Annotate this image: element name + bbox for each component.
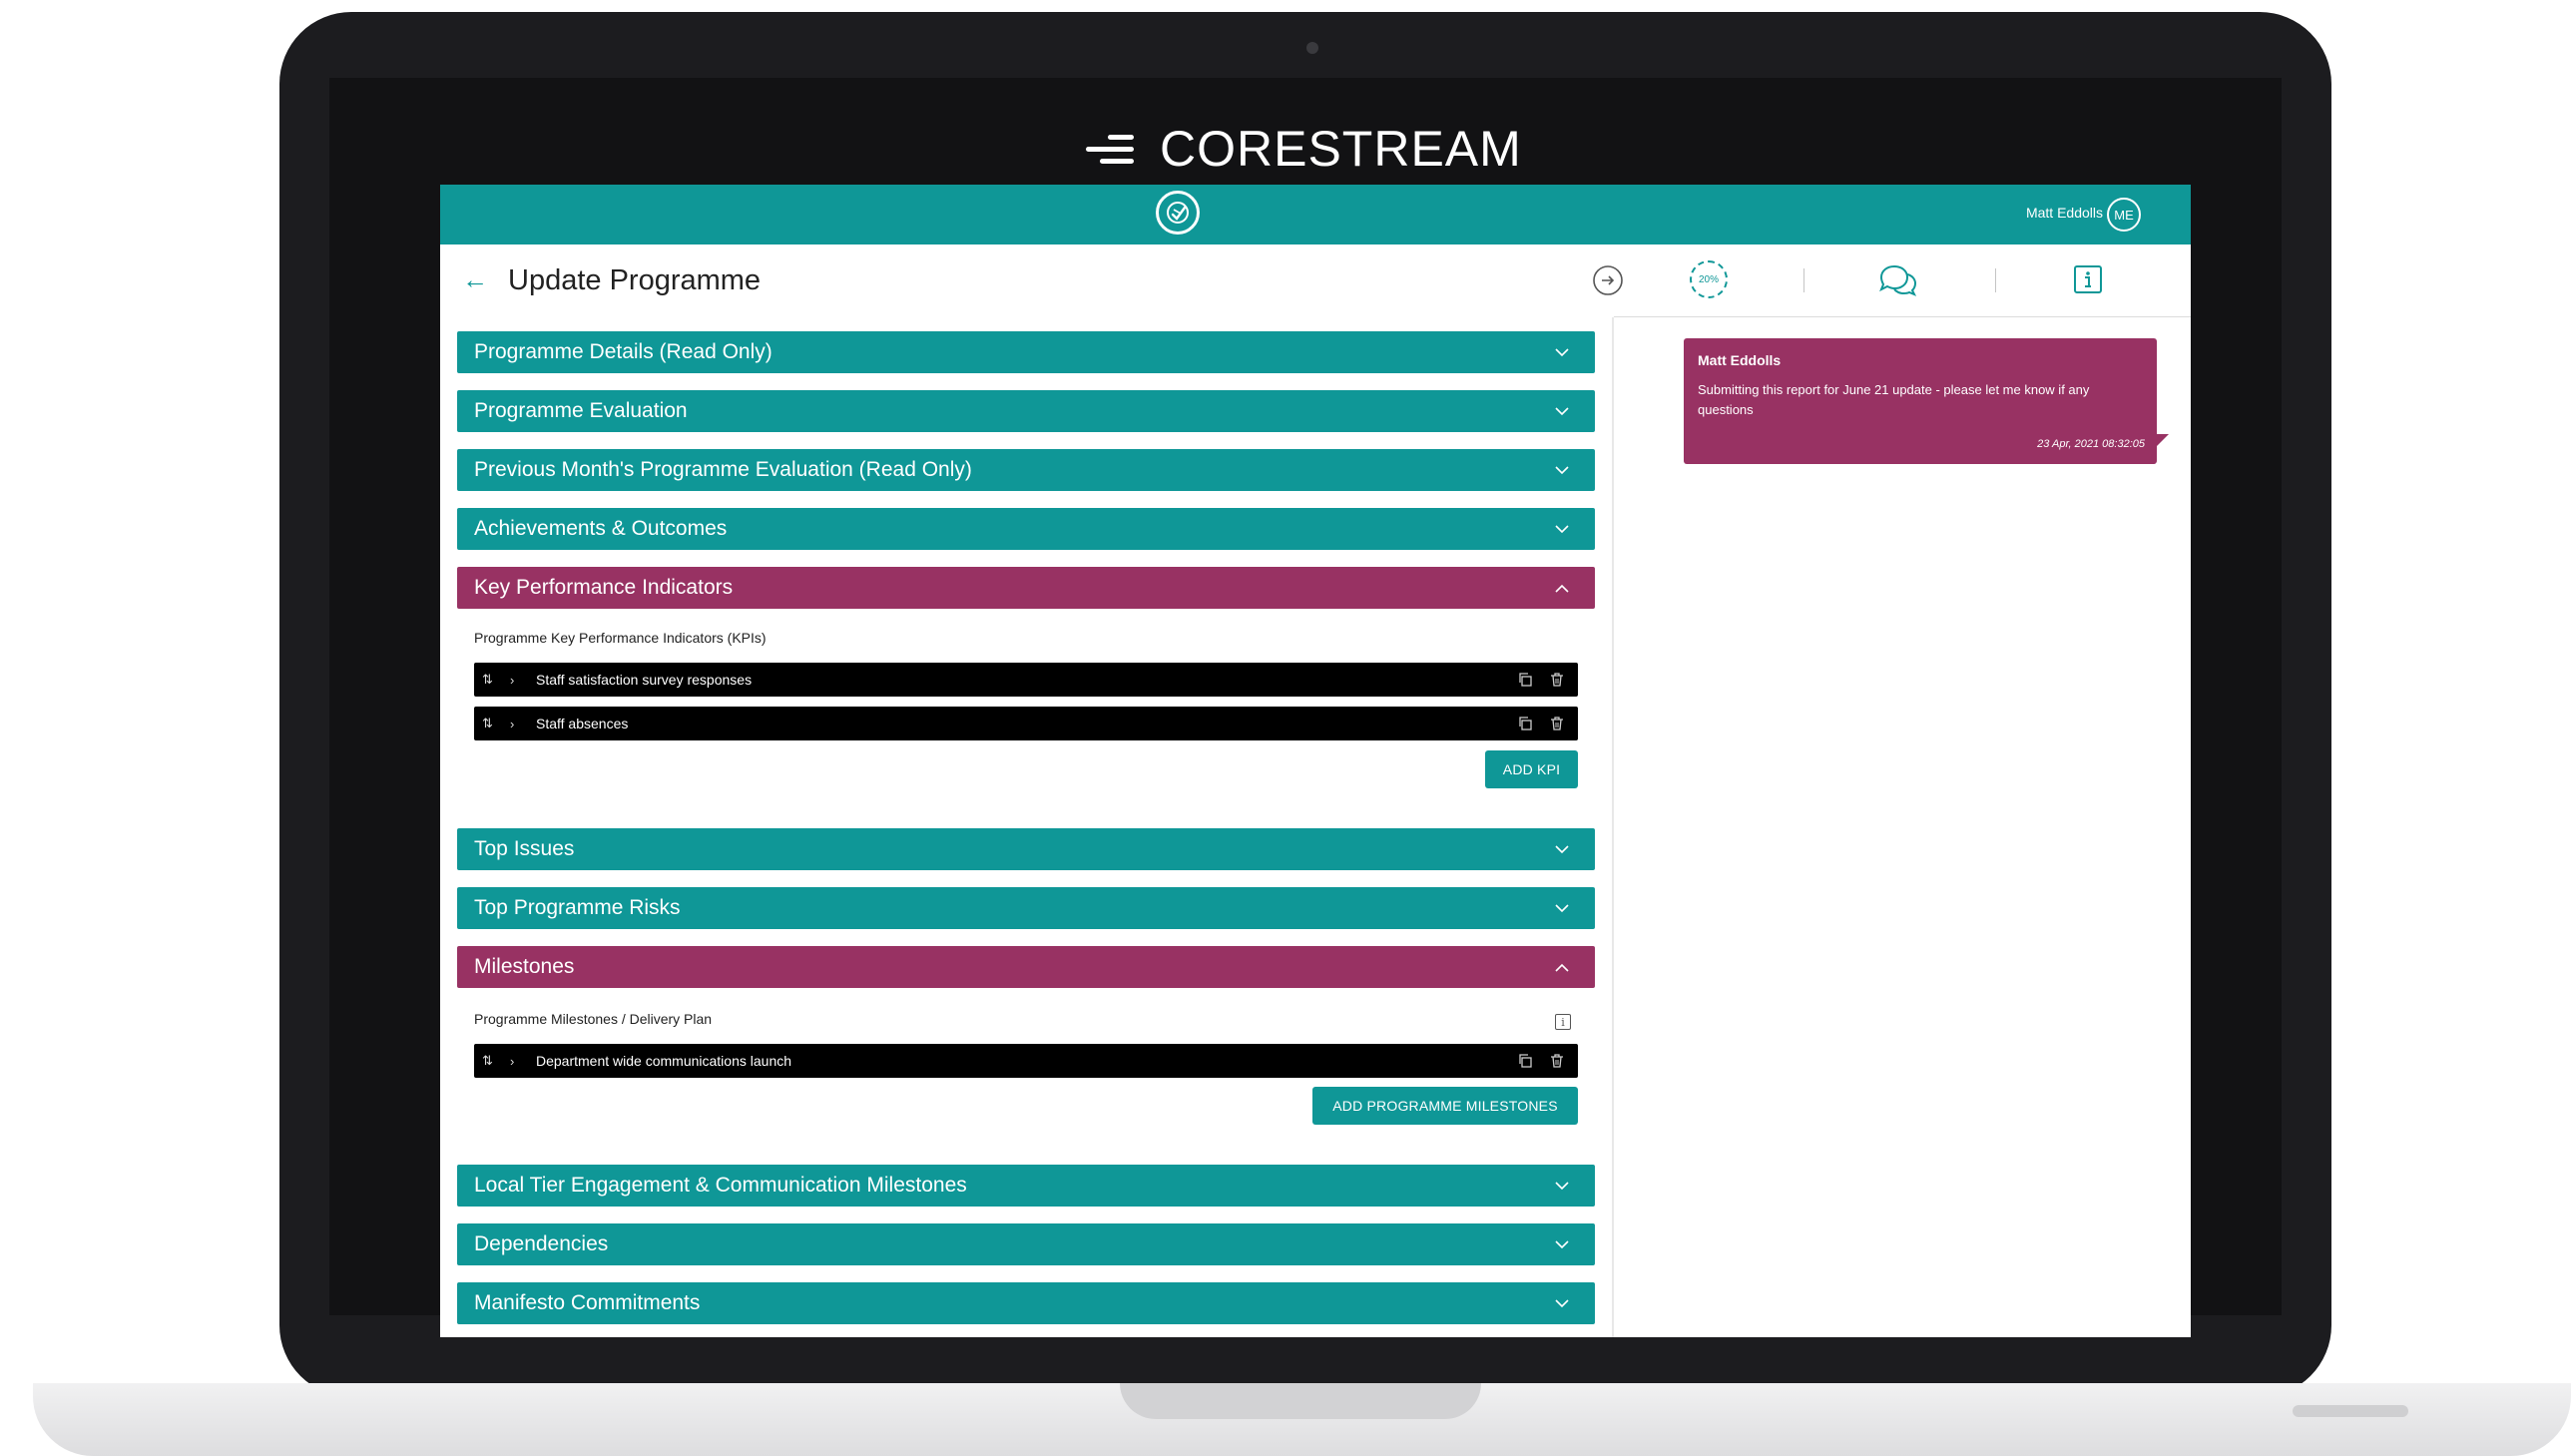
kpi-label: Staff satisfaction survey responses [536,672,753,688]
chevron-down-icon [1551,518,1573,540]
app-window: Matt Eddolls ME ← Update Programme 20% P… [440,185,2191,1337]
back-arrow-icon[interactable]: ← [462,264,488,294]
chevron-down-icon [1551,897,1573,919]
section-label: Top Programme Risks [474,896,681,919]
drag-handle-icon[interactable]: ⇅ [482,1053,510,1069]
section-label: Milestones [474,955,575,978]
chevron-down-icon [1551,838,1573,860]
section-previous-month-evaluation[interactable]: Previous Month's Programme Evaluation (R… [457,449,1595,491]
add-kpi-button[interactable]: ADD KPI [1485,750,1578,788]
laptop-base-notch [1120,1383,1481,1419]
section-label: Dependencies [474,1232,609,1255]
toolbar-divider [1995,268,1996,292]
section-label: Previous Month's Programme Evaluation (R… [474,458,972,481]
comment-author: Matt Eddolls [1698,352,1782,368]
chevron-right-icon[interactable]: › [510,673,530,688]
chevron-down-icon [1551,1233,1573,1255]
copy-icon[interactable] [1514,713,1536,734]
column-divider [1612,317,1614,1337]
comment-text: Submitting this report for June 21 updat… [1698,382,2090,417]
chevron-up-icon [1551,956,1573,978]
kpi-label: Staff absences [536,716,629,731]
section-label: Achievements & Outcomes [474,517,728,540]
info-icon [2074,265,2102,293]
collapse-panel-button[interactable] [1592,264,1624,296]
milestone-row[interactable]: ⇅ › Department wide communications launc… [474,1044,1578,1078]
user-avatar[interactable]: ME [2107,198,2141,232]
brand-name: CORESTREAM [1160,121,1522,177]
section-label: Manifesto Commitments [474,1291,701,1314]
milestone-label: Department wide communications launch [536,1053,792,1069]
user-name[interactable]: Matt Eddolls [2026,205,2103,221]
toolbar-divider [1803,268,1804,292]
section-local-tier-engagement[interactable]: Local Tier Engagement & Communication Mi… [457,1165,1595,1207]
app-logo-icon[interactable] [1156,191,1200,235]
copy-icon[interactable] [1514,1050,1536,1072]
section-top-programme-risks[interactable]: Top Programme Risks [457,887,1595,929]
laptop-base-foot [2293,1405,2408,1417]
camera-dot [1306,42,1318,54]
section-programme-evaluation[interactable]: Programme Evaluation [457,390,1595,432]
page-title: Update Programme [508,264,762,296]
kpi-row[interactable]: ⇅ › Staff absences [474,707,1578,740]
chevron-down-icon [1551,341,1573,363]
section-key-performance-indicators[interactable]: Key Performance Indicators [457,567,1595,609]
section-top-issues[interactable]: Top Issues [457,828,1595,870]
comments-button[interactable] [1877,262,1919,298]
section-milestones[interactable]: Milestones [457,946,1595,988]
chevron-down-icon [1551,459,1573,481]
section-achievements-outcomes[interactable]: Achievements & Outcomes [457,508,1595,550]
copy-icon[interactable] [1514,669,1536,691]
chevron-down-icon [1551,1175,1573,1197]
chevron-up-icon [1551,577,1573,599]
kpi-heading: Programme Key Performance Indicators (KP… [474,630,767,646]
chevron-right-icon[interactable]: › [510,1054,530,1069]
section-label: Top Issues [474,837,575,860]
trash-icon[interactable] [1546,713,1568,734]
drag-handle-icon[interactable]: ⇅ [482,672,510,688]
progress-indicator: 20% [1690,260,1728,298]
chevron-down-icon [1551,400,1573,422]
milestones-heading: Programme Milestones / Delivery Plan [474,1011,713,1027]
section-label: Programme Details (Read Only) [474,340,772,363]
info-icon[interactable]: i [1555,1014,1571,1030]
arrow-right-circle-icon [1593,265,1623,295]
comment-bubble: Matt Eddolls Submitting this report for … [1684,338,2169,464]
section-manifesto-commitments[interactable]: Manifesto Commitments [457,1282,1595,1324]
brand-logo: CORESTREAM [1086,118,1522,180]
brand-mark-icon [1086,129,1134,169]
chat-bubbles-icon [1879,264,1917,296]
section-label: Key Performance Indicators [474,576,734,599]
drag-handle-icon[interactable]: ⇅ [482,716,510,731]
section-dependencies[interactable]: Dependencies [457,1223,1595,1265]
section-programme-details[interactable]: Programme Details (Read Only) [457,331,1595,373]
add-programme-milestones-button[interactable]: ADD PROGRAMME MILESTONES [1312,1087,1578,1125]
section-label: Programme Evaluation [474,399,688,422]
comment-timestamp: 23 Apr, 2021 08:32:05 [2037,438,2145,450]
section-label: Local Tier Engagement & Communication Mi… [474,1174,967,1197]
kpi-row[interactable]: ⇅ › Staff satisfaction survey responses [474,663,1578,697]
trash-icon[interactable] [1546,669,1568,691]
trash-icon[interactable] [1546,1050,1568,1072]
chevron-down-icon [1551,1292,1573,1314]
panel-divider [1614,316,2191,317]
chevron-right-icon[interactable]: › [510,717,530,731]
info-button[interactable] [2073,264,2103,294]
top-bar: Matt Eddolls ME [440,185,2191,244]
